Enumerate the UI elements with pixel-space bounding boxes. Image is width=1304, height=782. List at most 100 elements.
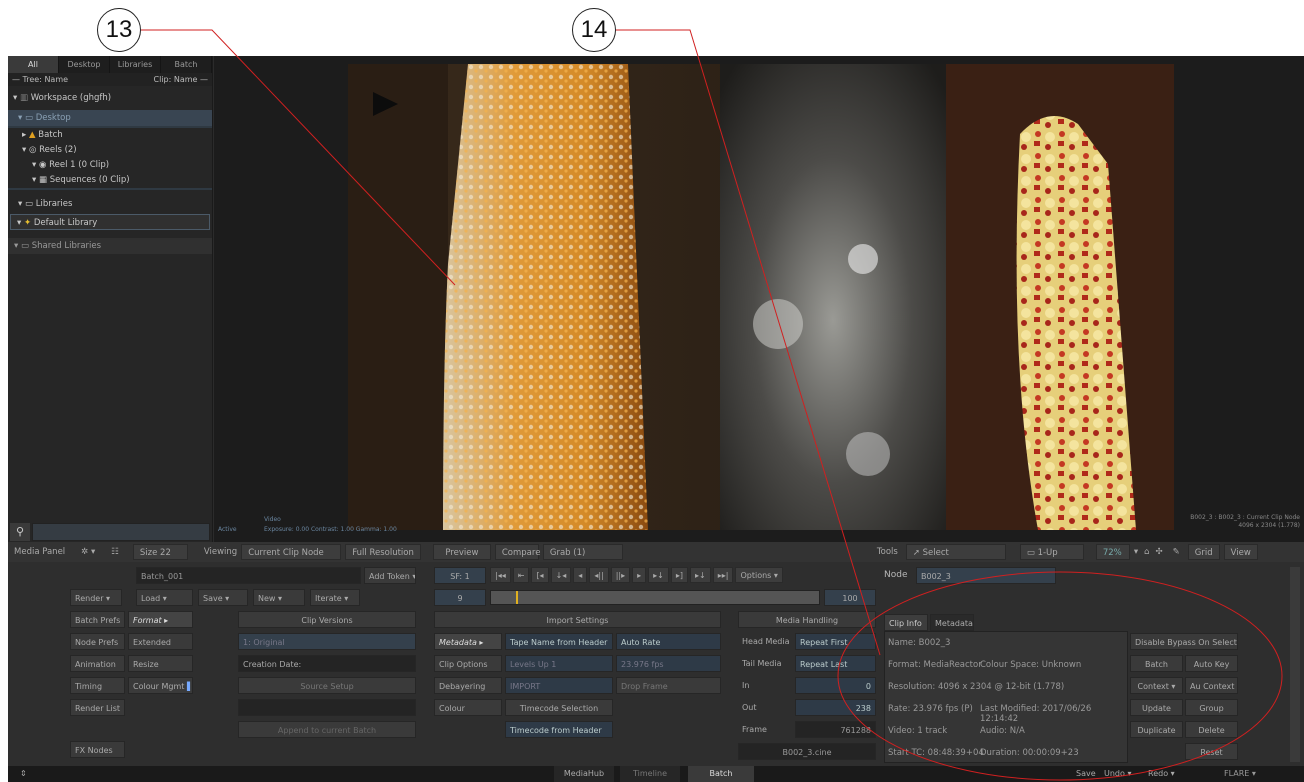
group-button[interactable]: Group: [1185, 699, 1238, 716]
expand-icon[interactable]: ▾: [32, 175, 36, 185]
duplicate-button[interactable]: Duplicate: [1130, 721, 1183, 738]
update-button[interactable]: Update: [1130, 699, 1183, 716]
tree-name-sort[interactable]: — Tree: Name: [12, 73, 68, 86]
home-icon[interactable]: ⌂: [1144, 547, 1149, 557]
playhead[interactable]: [516, 591, 518, 604]
batch-name-field[interactable]: Batch_001: [136, 567, 361, 584]
render-list-button[interactable]: Render List: [70, 699, 125, 716]
expand-icon[interactable]: ▾: [22, 145, 26, 155]
batch-prefs-button[interactable]: Batch Prefs: [70, 611, 125, 628]
tree-sequences[interactable]: ▾ ▦ Sequences (0 Clip): [8, 173, 212, 188]
timing-button[interactable]: Timing: [70, 677, 125, 694]
clip-version-original[interactable]: 1: Original: [238, 633, 416, 650]
tab-desktop[interactable]: Desktop: [59, 56, 110, 73]
add-token-button[interactable]: Add Token ▾: [364, 567, 416, 584]
save-button[interactable]: Save ▾: [198, 589, 248, 606]
expand-icon[interactable]: ▾: [18, 113, 22, 123]
tree-libraries[interactable]: ▾ ▭ Libraries: [8, 196, 212, 212]
debayering-tab[interactable]: Debayering: [434, 677, 502, 694]
collapse-icon[interactable]: ▸: [22, 130, 26, 140]
end-frame-field[interactable]: 100: [824, 589, 876, 606]
step-back-icon[interactable]: ◂||: [589, 567, 609, 583]
play-back-icon[interactable]: ◂: [573, 567, 588, 583]
disable-bypass-button[interactable]: Disable Bypass On Selection: [1130, 633, 1238, 650]
app-menu[interactable]: FLARE ▾: [1218, 766, 1262, 782]
size-slider[interactable]: Size 22: [132, 544, 188, 560]
next-key-icon[interactable]: ▸]: [670, 567, 688, 583]
options-button[interactable]: Options ▾: [735, 567, 783, 583]
in-field[interactable]: 0: [795, 677, 876, 694]
iterate-button[interactable]: Iterate ▾: [310, 589, 360, 606]
load-button[interactable]: Load ▾: [136, 589, 193, 606]
menu-icon[interactable]: ⇕: [14, 766, 33, 782]
next-mark-icon[interactable]: ▸↓: [690, 567, 711, 583]
select-tool[interactable]: ➚ Select: [905, 544, 1006, 560]
tree-reels[interactable]: ▾ ◎ Reels (2): [8, 143, 212, 158]
append-to-batch-button[interactable]: Append to current Batch: [238, 721, 416, 738]
full-resolution-button[interactable]: Full Resolution: [345, 544, 421, 560]
clip-name-sort[interactable]: Clip: Name —: [154, 73, 209, 86]
grab-button[interactable]: Grab (1): [542, 544, 623, 560]
resize-tab[interactable]: Resize: [128, 655, 193, 672]
undo-button[interactable]: Undo ▾: [1098, 766, 1137, 782]
start-frame-field[interactable]: 9: [434, 589, 486, 606]
scrollbar[interactable]: [1290, 567, 1300, 762]
auto-rate-dropdown[interactable]: Auto Rate: [616, 633, 721, 650]
search-input[interactable]: [32, 523, 210, 541]
colour-mgmt-tab[interactable]: Colour Mgmt ▌: [128, 677, 193, 694]
prev-mark-icon[interactable]: ⇤: [512, 567, 530, 583]
tree-workspace[interactable]: ▾ ▥ Workspace (ghgfh): [8, 90, 212, 106]
preview-button[interactable]: Preview: [432, 544, 491, 560]
gear-icon[interactable]: ✲ ▾: [75, 544, 102, 560]
repeat-first-dropdown[interactable]: Repeat First: [795, 633, 876, 650]
goto-start-icon[interactable]: |◂◂: [490, 567, 511, 583]
extended-tab[interactable]: Extended: [128, 633, 193, 650]
sf-field[interactable]: SF: 1: [434, 567, 486, 584]
out-field[interactable]: 238: [795, 699, 876, 716]
expand-icon[interactable]: ▾: [18, 199, 22, 209]
mark-out-icon[interactable]: ▸↓: [648, 567, 669, 583]
tab-batch[interactable]: Batch: [161, 56, 212, 73]
fit-icon[interactable]: ✣: [1156, 547, 1163, 557]
clip-info-tab[interactable]: Clip Info: [884, 614, 928, 631]
tab-batch-view[interactable]: Batch: [688, 766, 754, 782]
tab-all[interactable]: All: [8, 56, 59, 73]
delete-button[interactable]: Delete: [1185, 721, 1238, 738]
tab-timeline[interactable]: Timeline: [620, 766, 680, 782]
expand-icon[interactable]: ▾: [17, 218, 21, 228]
auto-key-button[interactable]: Auto Key: [1185, 655, 1238, 672]
layout-1up-button[interactable]: ▭ 1-Up: [1019, 544, 1084, 560]
render-button[interactable]: Render ▾: [70, 589, 122, 606]
prev-key-icon[interactable]: [◂: [531, 567, 549, 583]
expand-icon[interactable]: ▾: [13, 93, 17, 103]
metadata-tab[interactable]: Metadata ▸: [434, 633, 502, 650]
repeat-last-dropdown[interactable]: Repeat Last: [795, 655, 876, 672]
list-view-icon[interactable]: ☷: [105, 544, 125, 560]
expand-icon[interactable]: ▾: [32, 160, 36, 170]
tab-mediahub[interactable]: MediaHub: [554, 766, 614, 782]
tree-batch[interactable]: ▸ ▲ Batch: [8, 128, 212, 143]
new-button[interactable]: New ▾: [253, 589, 305, 606]
clip-metadata-tab[interactable]: Metadata: [930, 614, 974, 631]
reset-button[interactable]: Reset: [1185, 743, 1238, 760]
node-field[interactable]: B002_3: [916, 567, 1056, 584]
step-forward-icon[interactable]: ||▸: [610, 567, 631, 583]
media-panel-menu[interactable]: Media Panel: [8, 544, 72, 560]
save-status-button[interactable]: Save: [1070, 766, 1102, 782]
redo-button[interactable]: Redo ▾: [1142, 766, 1181, 782]
tree-desktop[interactable]: ▾ ▭ Desktop: [8, 110, 212, 126]
fps-dropdown[interactable]: 23.976 fps: [616, 655, 721, 672]
colour-tab[interactable]: Colour: [434, 699, 502, 716]
drop-frame-toggle[interactable]: Drop Frame: [616, 677, 721, 694]
expand-icon[interactable]: ▾: [14, 241, 18, 251]
view-dropdown[interactable]: View: [1223, 544, 1258, 560]
source-setup-button[interactable]: Source Setup: [238, 677, 416, 694]
timeline-scrubber[interactable]: [490, 590, 820, 605]
zoom-field[interactable]: 72%: [1095, 544, 1130, 560]
grid-dropdown[interactable]: Grid: [1187, 544, 1220, 560]
tape-name-dropdown[interactable]: Tape Name from Header: [505, 633, 613, 650]
tree-reel-1[interactable]: ▾ ◉ Reel 1 (0 Clip): [8, 158, 212, 173]
animation-button[interactable]: Animation: [70, 655, 125, 672]
tab-libraries[interactable]: Libraries: [110, 56, 161, 73]
context-button[interactable]: Context ▾: [1130, 677, 1183, 694]
